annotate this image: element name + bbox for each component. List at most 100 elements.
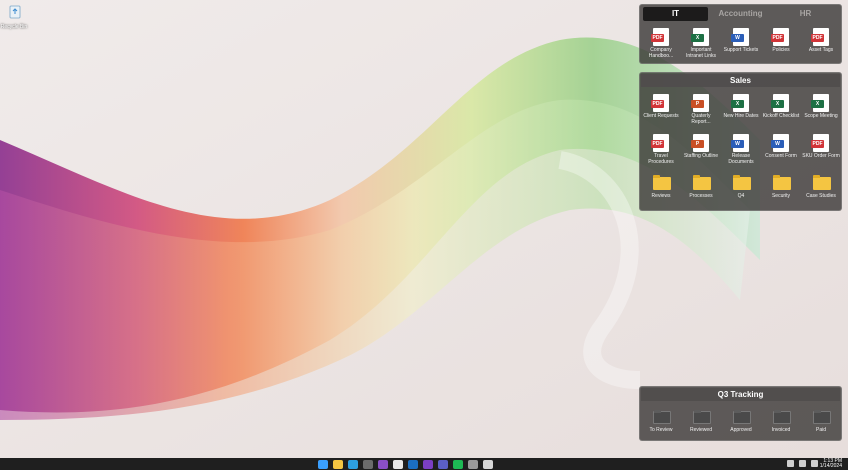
excel-icon: X <box>731 94 749 112</box>
onenote-icon[interactable] <box>378 460 388 469</box>
file-item[interactable]: PDF SKU Order Form <box>801 130 841 170</box>
recycle-bin-label: Recycle Bin <box>0 24 28 30</box>
file-item[interactable]: PDF Client Requests <box>641 90 681 130</box>
teams-icon[interactable] <box>438 460 448 469</box>
file-item[interactable]: X Scope Meeting <box>801 90 841 130</box>
file-label: Policies <box>772 47 790 53</box>
chevron-up-icon[interactable] <box>787 460 794 467</box>
file-label: Quaterly Report... <box>691 113 711 125</box>
file-item[interactable]: X New Hire Dates <box>721 90 761 130</box>
word-icon: W <box>731 28 749 46</box>
fence-tabs: IT Accounting HR <box>643 7 838 21</box>
gear-icon[interactable] <box>468 460 478 469</box>
fence-title: Sales <box>641 74 840 87</box>
folder-label: Reviewed <box>690 427 712 433</box>
file-explorer-icon[interactable] <box>333 460 343 469</box>
folder-item[interactable]: To Review <box>641 404 681 444</box>
spotify-icon[interactable] <box>453 460 463 469</box>
folder-item[interactable]: Reviews <box>641 170 681 210</box>
folder-item[interactable]: Security <box>761 170 801 210</box>
file-label: Important Intranet Links <box>685 47 717 59</box>
video-icon[interactable] <box>423 460 433 469</box>
folder-icon <box>653 174 671 192</box>
tab-it[interactable]: IT <box>643 7 708 21</box>
fence-it-grid: PDF Company Handboo... X Important Intrane… <box>641 21 841 64</box>
file-item[interactable]: PDF Company Handboo... <box>641 24 681 64</box>
file-label: Release Documents <box>728 153 754 165</box>
file-label: Client Requests <box>643 113 679 119</box>
file-item[interactable]: W Support Tickets <box>721 24 761 64</box>
pdf-icon: PDF <box>651 94 669 112</box>
folder-label: Invoiced <box>771 427 791 433</box>
taskbar: 1:13 PM 1/14/2024 <box>0 458 848 470</box>
folder-label: Case Studies <box>806 193 836 199</box>
folder-label: Security <box>771 193 791 199</box>
notion-icon[interactable] <box>393 460 403 469</box>
pdf-icon: PDF <box>811 28 829 46</box>
folder-item[interactable]: Invoiced <box>761 404 801 444</box>
file-item[interactable]: W Consent Form <box>761 130 801 170</box>
folder-icon <box>693 408 711 426</box>
file-item[interactable]: PDF Travel Procedures <box>641 130 681 170</box>
pdf-icon: PDF <box>811 134 829 152</box>
start-icon[interactable] <box>318 460 328 469</box>
fence-q3-tracking[interactable]: Q3 Tracking To Review Reviewed Approved … <box>639 386 842 441</box>
file-label: Travel Procedures <box>648 153 674 165</box>
folder-label: Paid <box>815 427 826 433</box>
folder-icon <box>653 408 671 426</box>
folder-item[interactable]: Approved <box>721 404 761 444</box>
taskbar-apps <box>318 460 493 469</box>
file-item[interactable]: PDF Policies <box>761 24 801 64</box>
system-tray <box>787 460 818 467</box>
file-item[interactable]: X Kickoff Checklist <box>761 90 801 130</box>
file-item[interactable]: P Staffing Outline <box>681 130 721 170</box>
fence-it[interactable]: IT Accounting HR PDF Company Handboo... X… <box>639 4 842 64</box>
folder-icon <box>733 408 751 426</box>
pdf-icon: PDF <box>651 134 669 152</box>
folder-icon <box>813 174 831 192</box>
file-item[interactable]: P Quaterly Report... <box>681 90 721 130</box>
volume-icon[interactable] <box>811 460 818 467</box>
file-item[interactable]: X Important Intranet Links <box>681 24 721 64</box>
folder-item[interactable]: Q4 <box>721 170 761 210</box>
excel-icon: X <box>811 94 829 112</box>
recycle-bin-icon <box>9 5 21 19</box>
folder-item[interactable]: Paid <box>801 404 841 444</box>
folder-icon <box>733 174 751 192</box>
word-icon: W <box>771 134 789 152</box>
file-label: Staffing Outline <box>683 153 719 159</box>
folder-item[interactable]: Processes <box>681 170 721 210</box>
recycle-bin[interactable]: Recycle Bin <box>0 3 28 30</box>
folder-label: Processes <box>689 193 713 199</box>
file-label: New Hire Dates <box>723 113 759 119</box>
folder-item[interactable]: Reviewed <box>681 404 721 444</box>
folder-label: To Review <box>649 427 673 433</box>
edge-icon[interactable] <box>348 460 358 469</box>
folder-icon <box>813 408 831 426</box>
tab-hr[interactable]: HR <box>773 7 838 21</box>
file-item[interactable]: PDF Asset Tags <box>801 24 841 64</box>
file-label: SKU Order Form <box>802 153 840 159</box>
pdf-icon: PDF <box>651 28 669 46</box>
file-label: Scope Meeting <box>804 113 838 119</box>
powerpoint-icon: P <box>691 94 709 112</box>
clock[interactable]: 1:13 PM 1/14/2024 <box>820 459 842 469</box>
word-icon: W <box>731 134 749 152</box>
fence-sales-grid: PDF Client Requests P Quaterly Report... X… <box>641 87 841 210</box>
fences-icon[interactable] <box>483 460 493 469</box>
folder-label: Reviews <box>651 193 671 199</box>
fence-title: Q3 Tracking <box>641 388 840 401</box>
network-icon[interactable] <box>799 460 806 467</box>
tab-accounting[interactable]: Accounting <box>708 7 773 21</box>
excel-icon: X <box>771 94 789 112</box>
fence-sales[interactable]: Sales PDF Client Requests P Quaterly Repor… <box>639 72 842 211</box>
file-label: Company Handboo... <box>648 47 674 59</box>
settings-icon[interactable] <box>363 460 373 469</box>
outlook-icon[interactable] <box>408 460 418 469</box>
clock-date: 1/14/2024 <box>819 463 842 469</box>
folder-item[interactable]: Case Studies <box>801 170 841 210</box>
folder-icon <box>693 174 711 192</box>
folder-label: Approved <box>730 427 752 433</box>
file-label: Kickoff Checklist <box>762 113 800 119</box>
file-item[interactable]: W Release Documents <box>721 130 761 170</box>
